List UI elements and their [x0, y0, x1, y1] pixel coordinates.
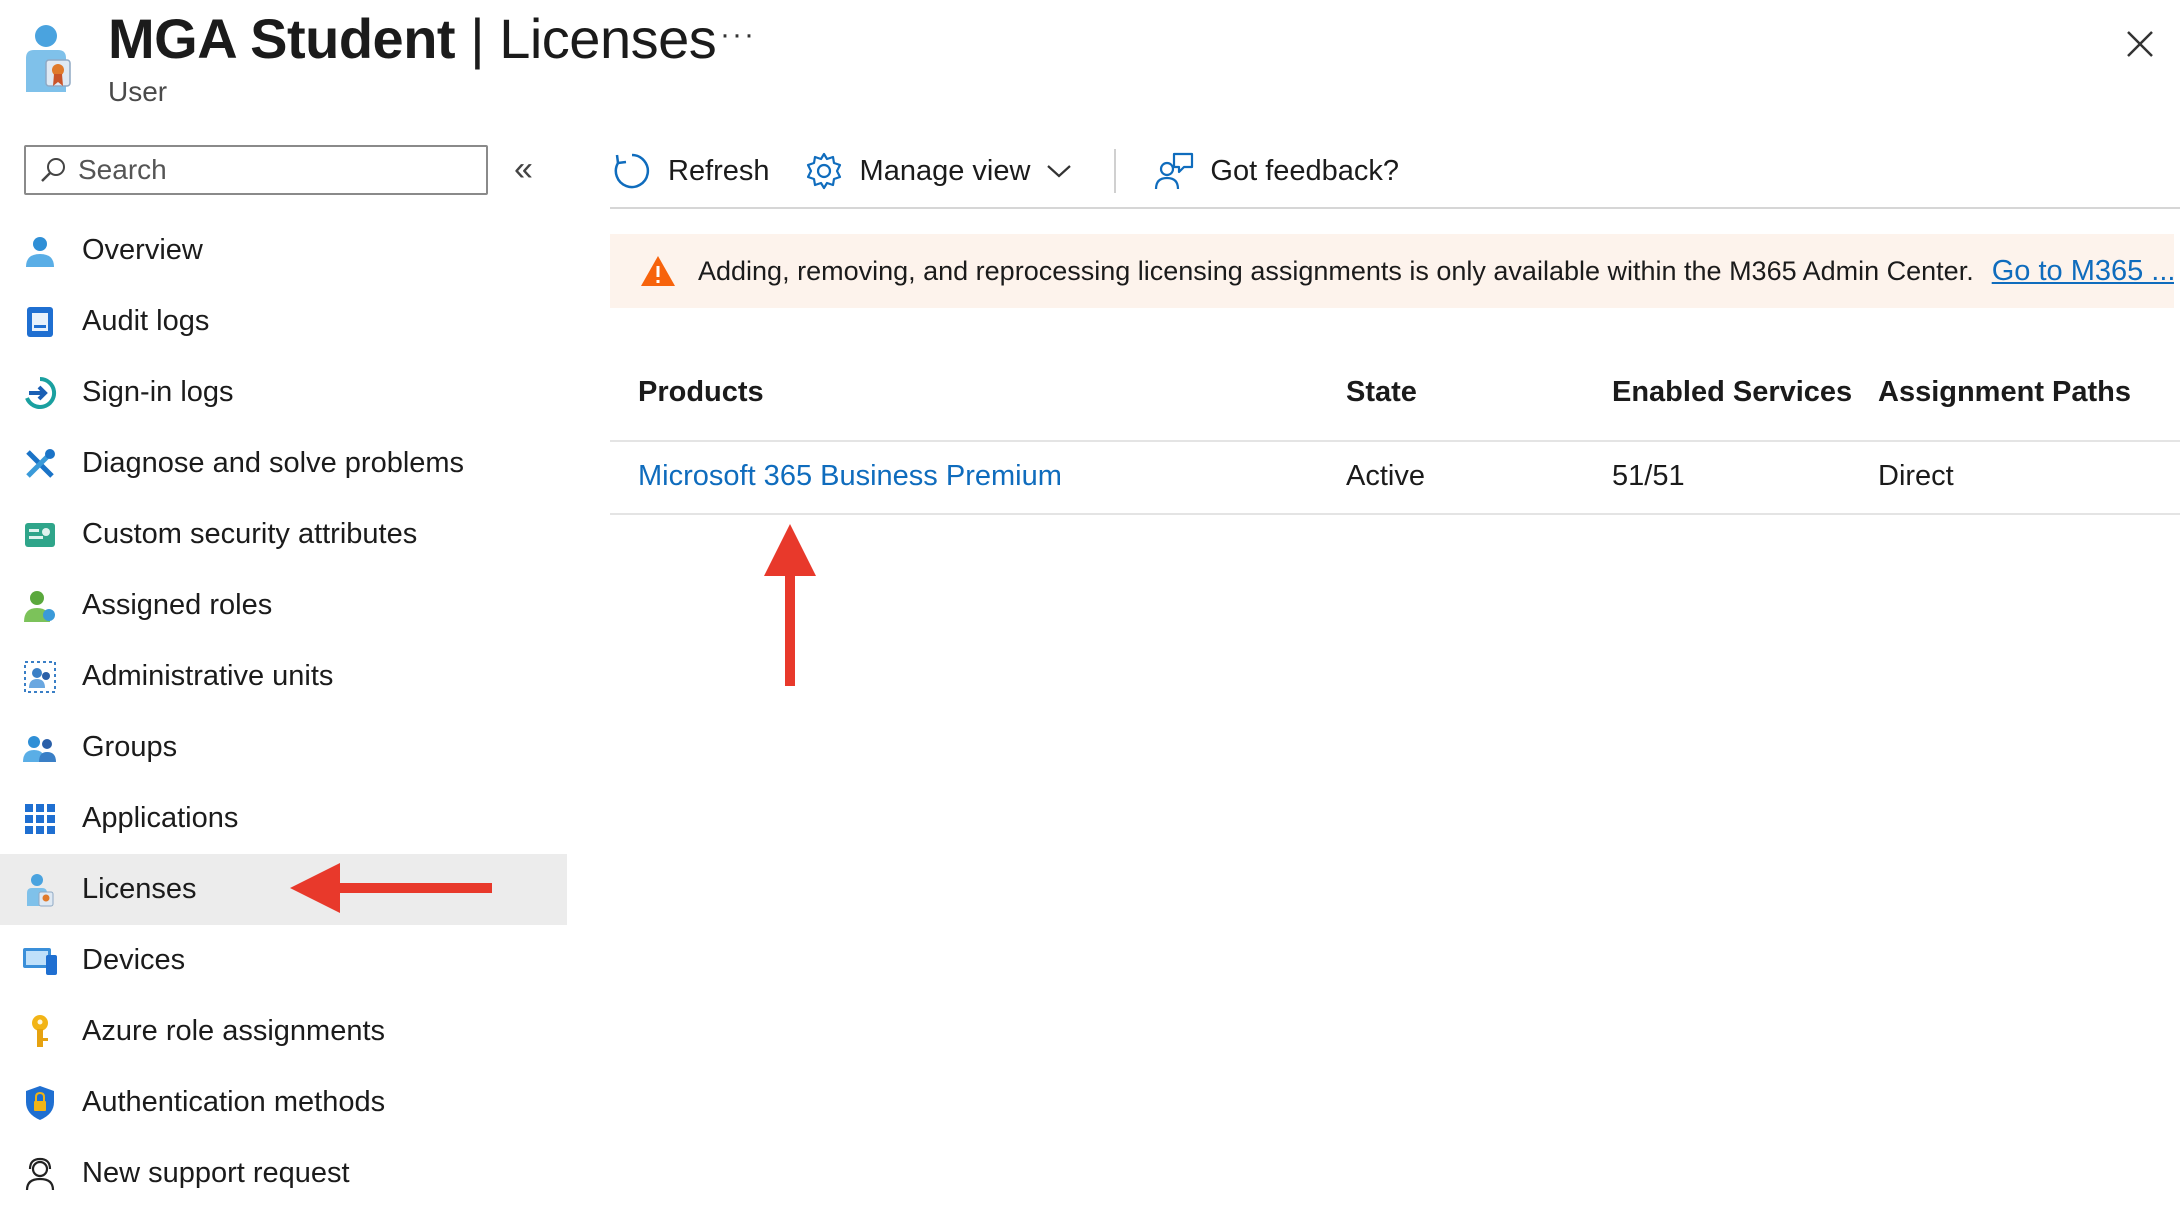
license-icon	[22, 872, 58, 908]
more-options-button[interactable]: ···	[720, 18, 756, 52]
sidebar-item-label: Azure role assignments	[82, 1015, 386, 1047]
close-icon	[2127, 31, 2153, 57]
section-name: Licenses	[499, 7, 717, 70]
sidebar-item-devices[interactable]: Devices	[0, 925, 567, 996]
sidebar-item-label: Audit logs	[82, 305, 210, 337]
table-row-divider	[610, 513, 2180, 515]
manage-view-button[interactable]: Manage view	[804, 151, 1075, 191]
shield-lock-icon	[22, 1085, 58, 1121]
refresh-label: Refresh	[668, 154, 770, 187]
devices-icon	[22, 943, 58, 979]
sidebar-item-custom-security-attributes[interactable]: Custom security attributes	[0, 499, 567, 570]
groups-icon	[22, 730, 58, 766]
sign-in-icon	[22, 375, 58, 411]
state-cell: Active	[1346, 460, 1425, 492]
toolbar-divider-line	[610, 207, 2180, 209]
sidebar-item-label: Devices	[82, 944, 186, 976]
page-title: MGA Student | Licenses	[108, 6, 717, 71]
sidebar-item-audit-logs[interactable]: Audit logs	[0, 286, 567, 357]
collapse-sidebar-button[interactable]: «	[514, 150, 554, 190]
title-separator: |	[470, 7, 485, 70]
wrench-icon	[22, 446, 58, 482]
sidebar-item-diagnose[interactable]: Diagnose and solve problems	[0, 428, 567, 499]
sidebar-item-administrative-units[interactable]: Administrative units	[0, 641, 567, 712]
page-subtitle: User	[108, 76, 168, 107]
feedback-label: Got feedback?	[1210, 154, 1400, 187]
header-row-divider	[610, 440, 2180, 442]
search-icon	[41, 158, 65, 182]
support-person-icon	[22, 1156, 58, 1192]
feedback-person-icon	[1155, 152, 1194, 190]
sidebar-item-applications[interactable]: Applications	[0, 783, 567, 854]
sidebar-item-authentication-methods[interactable]: Authentication methods	[0, 1067, 567, 1138]
manage-view-label: Manage view	[859, 154, 1031, 187]
warning-message: Adding, removing, and reprocessing licen…	[698, 255, 1974, 286]
annotation-arrow-up	[764, 524, 816, 686]
sidebar-item-assigned-roles[interactable]: Assigned roles	[0, 570, 567, 641]
gear-icon	[806, 152, 841, 190]
toolbar-divider	[1114, 149, 1117, 193]
user-icon	[22, 233, 58, 269]
sidebar-item-groups[interactable]: Groups	[0, 712, 567, 783]
sidebar-nav: Overview Audit logs Sign-in logs Diagnos…	[0, 215, 567, 1209]
close-button[interactable]	[2120, 24, 2160, 64]
audit-log-icon	[22, 304, 58, 340]
sidebar-item-new-support-request[interactable]: New support request	[0, 1138, 567, 1209]
refresh-icon	[614, 153, 650, 189]
key-icon	[22, 1014, 58, 1050]
enabled-services-cell: 51/51	[1612, 460, 1685, 492]
sidebar-item-label: Custom security attributes	[82, 518, 418, 550]
sidebar-item-label: Administrative units	[82, 660, 334, 692]
warning-banner: Adding, removing, and reprocessing licen…	[610, 234, 2174, 308]
column-header-state[interactable]: State	[1346, 376, 1417, 409]
sidebar-item-overview[interactable]: Overview	[0, 215, 567, 286]
sidebar-item-label: Assigned roles	[82, 589, 273, 621]
go-to-m365-link[interactable]: Go to M365 ...	[1992, 255, 2174, 288]
sidebar-item-sign-in-logs[interactable]: Sign-in logs	[0, 357, 567, 428]
sidebar-item-azure-role-assignments[interactable]: Azure role assignments	[0, 996, 567, 1067]
column-header-products[interactable]: Products	[638, 376, 764, 409]
assignment-paths-cell: Direct	[1878, 460, 1954, 492]
sidebar-item-label: Diagnose and solve problems	[82, 447, 465, 479]
refresh-button[interactable]: Refresh	[612, 151, 770, 191]
assigned-roles-icon	[22, 588, 58, 624]
admin-units-icon	[22, 659, 58, 695]
applications-grid-icon	[22, 801, 58, 837]
sidebar-item-label: Overview	[82, 234, 203, 266]
search-input[interactable]	[76, 153, 460, 187]
feedback-button[interactable]: Got feedback?	[1154, 151, 1399, 191]
command-bar: Refresh Manage view Got feedback?	[612, 140, 1433, 202]
column-header-assignment-paths[interactable]: Assignment Paths	[1878, 376, 2131, 409]
sidebar-item-label: Applications	[82, 802, 239, 834]
user-name: MGA Student	[108, 7, 456, 70]
product-link[interactable]: Microsoft 365 Business Premium	[638, 460, 1062, 493]
sidebar-item-label: Authentication methods	[82, 1086, 386, 1118]
search-box[interactable]	[24, 145, 488, 195]
sidebar-item-label: Licenses	[82, 873, 197, 905]
security-attributes-icon	[22, 517, 58, 553]
chevron-down-icon	[1047, 165, 1072, 178]
annotation-arrow-left	[290, 863, 492, 913]
column-header-enabled-services[interactable]: Enabled Services	[1612, 376, 1852, 409]
sidebar-item-label: New support request	[82, 1157, 350, 1189]
user-license-app-icon	[20, 22, 78, 94]
sidebar-item-label: Groups	[82, 731, 178, 763]
warning-icon	[641, 256, 675, 286]
sidebar-item-label: Sign-in logs	[82, 376, 234, 408]
